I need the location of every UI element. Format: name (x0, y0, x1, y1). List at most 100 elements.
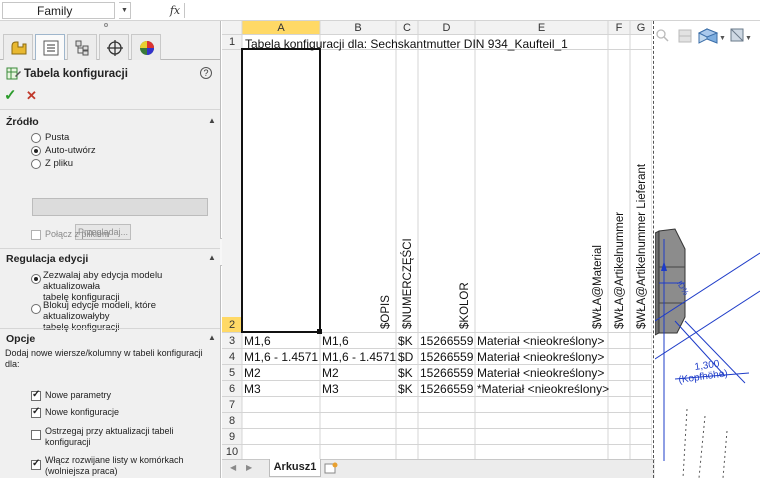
column-header-a[interactable]: A (242, 21, 320, 35)
table-cell[interactable]: 15266559 (420, 350, 473, 364)
row-header-9[interactable]: 9 (222, 430, 242, 444)
label-line: Dodaj nowe wiersze/kolumny w tabeli konf… (5, 348, 203, 358)
tab-configuration-manager[interactable] (67, 34, 97, 60)
table-cell[interactable]: M1,6 - 1.4571 (322, 350, 396, 364)
table-cell[interactable]: M3 (244, 382, 261, 396)
table-cell[interactable]: M3 (322, 382, 339, 396)
radio-label-allow-edits: Zezwalaj aby edycja modelu aktualizowała… (43, 270, 220, 303)
title-cell[interactable]: Tabela konfiguracji dla: Sechskantmutter… (245, 37, 568, 51)
row-header-8[interactable]: 8 (222, 414, 242, 428)
ok-button[interactable]: ✓ (4, 87, 20, 105)
tab-feature-manager[interactable] (3, 34, 33, 60)
column-param-header-g[interactable]: $WŁA@Artikelnummer Lieferant (636, 164, 649, 329)
warn-on-update-checkbox[interactable] (31, 430, 41, 440)
table-cell[interactable]: M1,6 (244, 334, 271, 348)
section-heading-edit-control[interactable]: Regulacja edycji (6, 253, 88, 265)
table-cell[interactable]: *Materiał <nieokreślony> (477, 382, 609, 396)
cell-dropdowns-checkbox[interactable] (31, 458, 41, 470)
table-cell[interactable]: Materiał <nieokreślony> (477, 334, 604, 348)
collapse-chevron-icon[interactable]: ▲ (208, 116, 216, 125)
svg-text:▼: ▼ (745, 35, 752, 42)
svg-text:▼: ▼ (719, 35, 726, 42)
table-cell[interactable]: 15266559 (420, 366, 473, 380)
zoom-icon[interactable] (656, 29, 669, 42)
function-icon[interactable]: fx (165, 2, 185, 19)
radio-label-empty: Pusta (45, 132, 70, 143)
cancel-button[interactable]: ✕ (26, 88, 40, 104)
row-header-1[interactable]: 1 (222, 35, 242, 49)
label-line: dla: (5, 359, 20, 369)
graphics-area: ID% 1,300 (Kopfhöhe) ▼ ▼ (655, 21, 760, 478)
table-cell[interactable]: $D (398, 350, 413, 364)
file-path-input[interactable] (32, 198, 208, 216)
table-cell[interactable]: $K (398, 366, 413, 380)
table-cell[interactable]: M1,6 - 1.4571 (244, 350, 318, 364)
table-cell[interactable]: M2 (244, 366, 261, 380)
radio-from-file[interactable] (31, 159, 41, 169)
section-heading-options[interactable]: Opcje (6, 333, 35, 345)
row-header-5[interactable]: 5 (222, 366, 242, 380)
panel-title: Tabela konfiguracji (24, 68, 128, 80)
radio-allow-edits[interactable] (31, 274, 41, 284)
view-orientation-icon[interactable]: ▼ (697, 28, 726, 44)
column-header-g[interactable]: G (630, 21, 652, 35)
row-header-7[interactable]: 7 (222, 398, 242, 412)
panel-grip[interactable] (104, 23, 108, 27)
column-header-c[interactable]: C (396, 21, 418, 35)
section-view-icon[interactable] (678, 29, 692, 43)
column-param-header-d[interactable]: $KOLOR (459, 282, 472, 329)
radio-auto-create[interactable] (31, 146, 41, 156)
column-header-f[interactable]: F (608, 21, 630, 35)
table-cell[interactable]: $K (398, 334, 413, 348)
row-header-3[interactable]: 3 (222, 334, 242, 348)
table-cell[interactable]: 15266559 (420, 334, 473, 348)
radio-empty[interactable] (31, 133, 41, 143)
new-parameters-checkbox[interactable] (31, 389, 41, 401)
tab-dimxpert-manager[interactable] (99, 34, 129, 60)
radio-block-edits[interactable] (31, 304, 41, 314)
table-cell[interactable]: 15266559 (420, 382, 473, 396)
table-cell[interactable]: M2 (322, 366, 339, 380)
table-cell[interactable]: Materiał <nieokreślony> (477, 350, 604, 364)
help-icon[interactable]: ? (200, 67, 212, 79)
column-param-header-f[interactable]: $WŁA@Artikelnummer (614, 212, 627, 329)
property-manager-icon (43, 40, 59, 56)
row-header-10[interactable]: 10 (222, 445, 242, 459)
sheet-tab-bar: ◀ ▶ Arkusz1 (222, 459, 660, 478)
tab-display-manager[interactable] (131, 34, 161, 60)
section-heading-source[interactable]: Źródło (6, 116, 39, 128)
label-line: konfiguracji (45, 437, 91, 447)
prev-sheet-icon[interactable]: ◀ (230, 463, 236, 472)
divider (184, 3, 185, 18)
collapse-chevron-icon[interactable]: ▲ (208, 333, 216, 342)
table-cell[interactable]: M1,6 (322, 334, 349, 348)
manager-tabs (0, 34, 220, 60)
next-sheet-icon[interactable]: ▶ (246, 463, 252, 472)
divider (0, 328, 220, 329)
display-style-icon[interactable]: ▼ (730, 28, 752, 42)
table-cell[interactable]: Materiał <nieokreślony> (477, 366, 604, 380)
column-header-e[interactable]: E (475, 21, 608, 35)
column-param-header-c[interactable]: $NUMERCZĘŚCI (402, 238, 415, 329)
model-drawing: ID% 1,300 (Kopfhöhe) (655, 228, 760, 478)
chevron-down-icon[interactable]: ▼ (119, 2, 131, 19)
design-table-icon (6, 67, 21, 80)
column-param-header-b[interactable]: $OPIS (380, 295, 393, 329)
row-header-2[interactable]: 2 (222, 318, 242, 332)
name-box[interactable]: Family (2, 2, 115, 19)
table-cell[interactable]: $K (398, 382, 413, 396)
cell-dropdowns-label: Włącz rozwijane listy w komórkach (wolni… (45, 455, 184, 477)
new-configurations-checkbox[interactable] (31, 406, 41, 418)
link-to-file-checkbox[interactable] (31, 230, 41, 240)
radio-label-from-file: Z pliku (45, 158, 73, 169)
row-header-6[interactable]: 6 (222, 382, 242, 396)
collapse-chevron-icon[interactable]: ▲ (208, 253, 216, 262)
sheet-tab[interactable]: Arkusz1 (269, 459, 321, 477)
spreadsheet: ABCDEFG 1 2 3 4 5 6 7 8 9 10 Tabela konfiguracji … (222, 21, 652, 459)
column-header-b[interactable]: B (320, 21, 396, 35)
tab-property-manager[interactable] (35, 34, 65, 60)
column-param-header-e[interactable]: $WŁA@Material (592, 245, 605, 329)
row-header-4[interactable]: 4 (222, 350, 242, 364)
new-sheet-icon[interactable] (323, 462, 339, 475)
column-header-d[interactable]: D (418, 21, 475, 35)
